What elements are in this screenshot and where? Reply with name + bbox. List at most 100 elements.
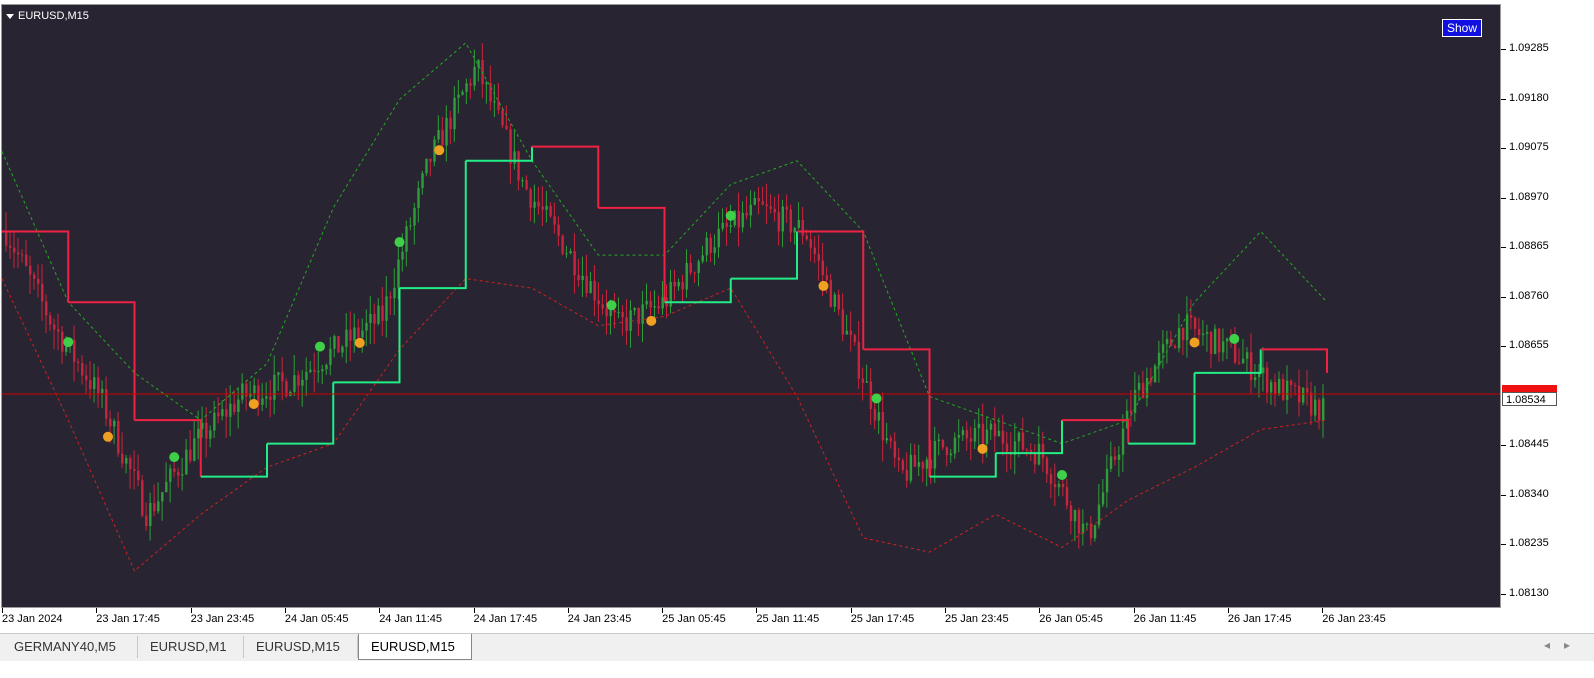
candle [673, 269, 676, 300]
price-tick-mark [1501, 296, 1506, 298]
candle [1121, 414, 1125, 472]
candle [425, 158, 428, 177]
candle [809, 230, 813, 262]
candle [1057, 480, 1061, 497]
time-tick-label: 24 Jan 11:45 [379, 613, 442, 625]
candle [717, 212, 720, 258]
candle [889, 434, 893, 449]
chevron-left-icon[interactable]: ◂ [1544, 638, 1564, 652]
triangle-down-icon[interactable] [6, 13, 14, 19]
candle [461, 89, 464, 96]
candle [1113, 446, 1117, 466]
candle [737, 192, 740, 247]
candle [1069, 500, 1073, 535]
time-tick-label: 23 Jan 2024 [2, 613, 63, 625]
price-tick-label: 1.08235 [1509, 537, 1549, 549]
candle [653, 290, 656, 319]
candle [513, 131, 516, 170]
candle [709, 233, 712, 263]
candle [1053, 463, 1057, 507]
candle [421, 170, 424, 195]
candle [921, 460, 925, 483]
candle [409, 217, 412, 231]
candle [1305, 369, 1309, 406]
signal-marker-icon [248, 398, 259, 409]
candle [481, 43, 484, 99]
candle [917, 444, 921, 476]
time-tick-label: 26 Jan 23:45 [1322, 613, 1386, 625]
candle [565, 245, 568, 258]
chart-plot-area[interactable]: EURUSD,M15 Show [1, 4, 1501, 608]
signal-marker-icon [646, 315, 657, 326]
signal-marker-icon [315, 341, 325, 352]
time-tick-label: 24 Jan 05:45 [284, 613, 349, 625]
candle [649, 291, 652, 316]
signal-marker-icon [1057, 470, 1067, 481]
candle [1253, 364, 1257, 388]
bid-price-label: 1.08534 [1502, 392, 1557, 406]
signal-marker-icon [169, 452, 180, 463]
candle [849, 311, 853, 352]
price-tick-mark [1501, 49, 1506, 50]
candle [897, 448, 901, 472]
candle [1193, 316, 1197, 337]
trailing-stop-segment [134, 419, 202, 477]
candle [773, 196, 776, 222]
candle [977, 408, 981, 448]
candle [49, 312, 52, 331]
candle [1213, 324, 1217, 355]
candle [1205, 324, 1209, 352]
candle [257, 378, 260, 417]
candle [1297, 369, 1301, 417]
chart-window: EURUSD,M15 Show 1.08534 1.09285 1.09180 1.… [0, 0, 1594, 678]
candle [297, 370, 300, 401]
candle [585, 254, 588, 298]
candle [545, 190, 548, 223]
candle [453, 86, 456, 142]
candle [1045, 455, 1049, 483]
candle [1249, 333, 1253, 394]
candle [685, 249, 688, 298]
signal-marker-icon [1189, 337, 1200, 348]
candle [321, 364, 324, 384]
price-tick-label: 1.09180 [1509, 91, 1549, 104]
candle [1221, 328, 1225, 362]
signal-marker-icon [394, 237, 405, 248]
candle [1033, 444, 1037, 474]
trailing-stop-segment [465, 146, 533, 162]
price-axis[interactable]: 1.08534 1.09285 1.09180 1.09075 1.08970 1.08… [1501, 4, 1594, 608]
candle [477, 58, 480, 82]
candle [837, 289, 841, 316]
candle [1289, 379, 1293, 399]
symbol-title[interactable]: EURUSD,M15 [6, 10, 89, 22]
candle [441, 116, 444, 146]
candle [437, 115, 440, 144]
tab-eurusd-m15-active[interactable]: EURUSD,M15 [358, 634, 472, 660]
show-button[interactable]: Show [1442, 19, 1483, 37]
time-tick-label: 23 Jan 23:45 [190, 613, 255, 625]
candle [497, 83, 500, 115]
candle [157, 482, 160, 514]
candle [1261, 347, 1265, 392]
candle [13, 231, 16, 269]
candle [989, 419, 993, 440]
candle [841, 293, 845, 341]
price-chart[interactable] [2, 5, 1501, 608]
candle [645, 283, 648, 309]
time-axis[interactable]: 23 Jan 2024 23 Jan 17:45 23 Jan 23:45 24 Ja… [0, 608, 1501, 632]
candle [1285, 365, 1289, 414]
candle [881, 392, 885, 462]
candle [633, 307, 636, 316]
signal-marker-icon [434, 145, 445, 156]
tab-scroll-controls: ◂▸ [1544, 638, 1584, 652]
candle [589, 272, 592, 294]
candle [713, 234, 716, 266]
candle [1105, 454, 1109, 508]
tab-eurusd-m15[interactable]: EURUSD,M15 [244, 636, 358, 658]
candle [337, 336, 340, 353]
chevron-right-icon[interactable]: ▸ [1564, 638, 1584, 652]
candle [941, 439, 945, 451]
candle [937, 433, 941, 456]
tab-germany40-m5[interactable]: GERMANY40,M5 [2, 636, 138, 658]
tab-eurusd-m1[interactable]: EURUSD,M1 [138, 636, 244, 658]
